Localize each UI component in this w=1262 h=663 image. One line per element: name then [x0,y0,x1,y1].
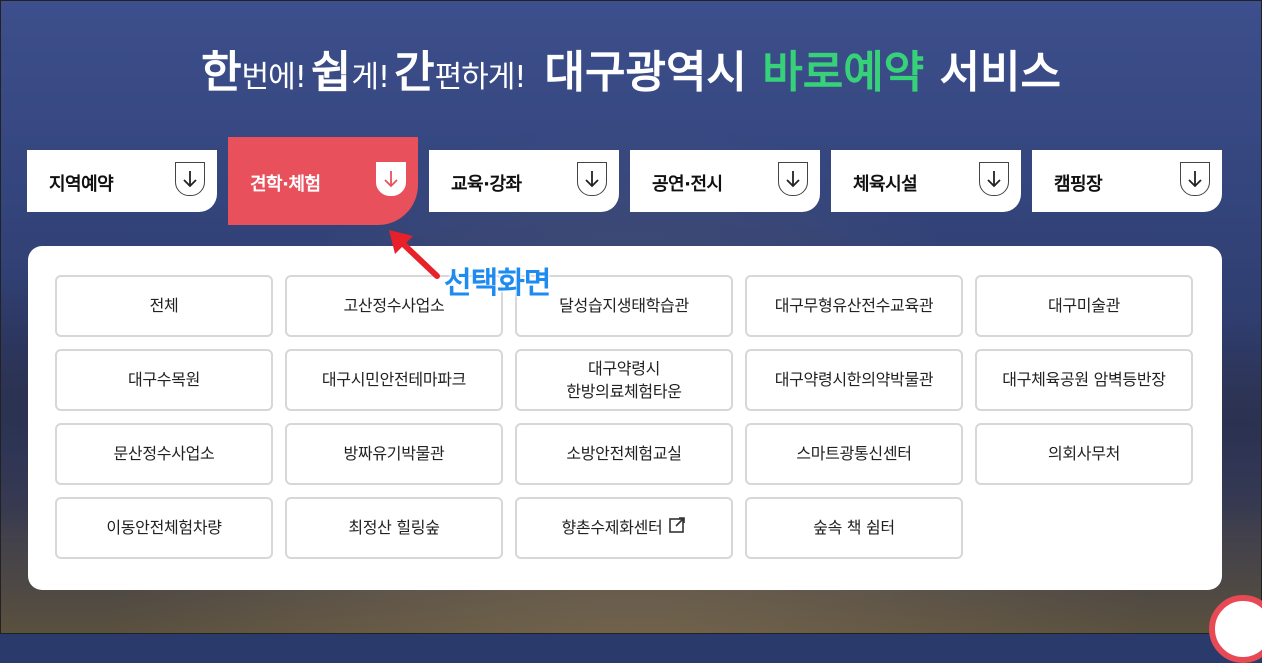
facility-item[interactable]: 대구무형유산전수교육관 [745,275,963,337]
facility-item-label: 문산정수사업소 [114,442,215,465]
facility-item[interactable]: 스마트광통신센터 [745,423,963,485]
facility-item-name: 고산정수사업소 [343,296,445,316]
tab-label: 캠핑장 [1054,174,1103,195]
down-arrow-icon[interactable] [778,162,808,196]
tab-4[interactable]: 공연·전시 [630,150,820,212]
facility-item-label: 이동안전체험차량 [106,516,222,539]
facility-item-name: 의회사무처 [1047,444,1121,464]
tab-label: 견학·체험 [250,174,321,195]
facility-item-label: 대구약령시한방의료체험타운 [566,357,682,403]
floating-badge[interactable] [1209,595,1262,663]
facility-item-name: 대구약령시 [587,358,661,378]
facility-item-label: 방짜유기박물관 [344,442,445,465]
down-arrow-icon[interactable] [979,162,1009,196]
service-title-prefix: 대구광역시 [544,47,747,98]
facility-item-label: 소방안전체험교실 [566,442,682,465]
service-title-suffix: 서비스 [939,47,1061,98]
facility-item[interactable]: 대구약령시한방의료체험타운 [515,349,733,411]
facility-item[interactable]: 대구시민안전테마파크 [285,349,503,411]
facility-item-label: 대구무형유산전수교육관 [775,294,934,317]
facility-item-name: 문산정수사업소 [113,444,215,464]
facility-item[interactable]: 최정산 힐링숲 [285,497,503,559]
tab-5[interactable]: 체육시설 [831,150,1021,212]
facility-item-label: 대구미술관 [1048,294,1120,317]
facility-item-name: 대구수목원 [127,370,201,390]
annotation-label: 선택화면 [444,266,551,301]
facility-panel: 전체 고산정수사업소 달성습지생태학습관 대구무형유산전수교육관 대구미술관대구수목원 대… [28,246,1222,590]
down-arrow-icon[interactable] [1180,162,1210,196]
facility-item-label: 대구시민안전테마파크 [321,368,467,391]
facility-item-name: 대구시민안전테마파크 [321,370,467,390]
facility-item[interactable]: 대구수목원 [55,349,273,411]
facility-item[interactable]: 향촌수제화센터 [515,497,733,559]
facility-item[interactable]: 의회사무처 [975,423,1193,485]
facility-grid: 전체 고산정수사업소 달성습지생태학습관 대구무형유산전수교육관 대구미술관대구수목원 대… [55,275,1193,559]
facility-item[interactable]: 대구약령시한의약박물관 [745,349,963,411]
facility-item-name: 소방안전체험교실 [566,444,682,464]
facility-item-label: 대구수목원 [128,368,200,391]
facility-item-name: 숲속 책 쉼터 [813,518,895,538]
external-link-icon [668,516,686,540]
facility-item-name: 스마트광통신센터 [796,444,912,464]
facility-item-name: 최정산 힐링숲 [348,518,440,538]
facility-item-label: 대구약령시한의약박물관 [775,368,934,391]
facility-item[interactable]: 이동안전체험차량 [55,497,273,559]
tab-label: 지역예약 [49,174,114,195]
down-arrow-icon[interactable] [175,162,205,196]
service-title: 대구광역시 바로예약 서비스 [545,47,1061,98]
facility-item-name: 대구약령시한의약박물관 [774,370,934,390]
headline-text: 번에! [241,60,307,95]
facility-item-label: 스마트광통신센터 [796,442,912,465]
down-arrow-icon[interactable] [577,162,607,196]
facility-item-label: 의회사무처 [1048,442,1120,465]
headline-text: 편하게! [434,60,527,95]
facility-item[interactable]: 대구미술관 [975,275,1193,337]
facility-item-label: 최정산 힐링숲 [348,516,440,539]
category-tabs: 지역예약 견학·체험 교육·강좌 공연·전시 체육시설 캠핑장 [27,137,1222,227]
facility-item[interactable]: 숲속 책 쉼터 [745,497,963,559]
tab-label: 공연·전시 [652,174,723,195]
headline-char: 쉽 [310,47,352,98]
tab-3[interactable]: 교육·강좌 [429,150,619,212]
tab-label: 체육시설 [853,174,918,195]
headline-char: 한 [201,47,242,98]
tab-6[interactable]: 캠핑장 [1032,150,1222,212]
tab-1[interactable]: 지역예약 [27,150,217,212]
facility-item-label: 고산정수사업소 [344,294,445,317]
facility-item-name: 대구미술관 [1047,296,1121,316]
facility-item[interactable]: 전체 [55,275,273,337]
facility-item[interactable]: 방짜유기박물관 [285,423,503,485]
headline-char: 간 [394,47,435,98]
facility-item-label: 달성습지생태학습관 [559,294,689,317]
facility-item-name: 전체 [149,296,179,316]
facility-item-name: 방짜유기박물관 [343,444,445,464]
facility-item[interactable]: 대구체육공원 암벽등반장 [975,349,1193,411]
facility-item-name: 대구체육공원 암벽등반장 [1002,370,1166,390]
facility-item-label: 대구체육공원 암벽등반장 [1002,368,1166,391]
tab-label: 교육·강좌 [451,174,522,195]
facility-item-name: 향촌수제화센터 [561,518,663,538]
facility-item-name: 달성습지생태학습관 [559,296,689,316]
facility-item-label: 전체 [150,294,179,317]
tab-2[interactable]: 견학·체험 [228,137,418,225]
headline-text: 게! [351,60,390,95]
service-title-accent: 바로예약 [762,47,925,98]
facility-item-name: 대구무형유산전수교육관 [774,296,934,316]
facility-item-name: 이동안전체험차량 [106,518,222,538]
facility-item-name-line2: 한방의료체험타운 [566,382,682,401]
facility-item-label: 향촌수제화센터 [562,516,663,539]
page-headline: 한번에! 쉽게! 간편하게! 대구광역시 바로예약 서비스 [0,36,1262,100]
down-arrow-icon[interactable] [376,162,406,196]
facility-item[interactable]: 문산정수사업소 [55,423,273,485]
facility-item-label: 숲속 책 쉼터 [813,516,895,539]
annotation-arrow-icon [389,230,440,279]
facility-item[interactable]: 소방안전체험교실 [515,423,733,485]
